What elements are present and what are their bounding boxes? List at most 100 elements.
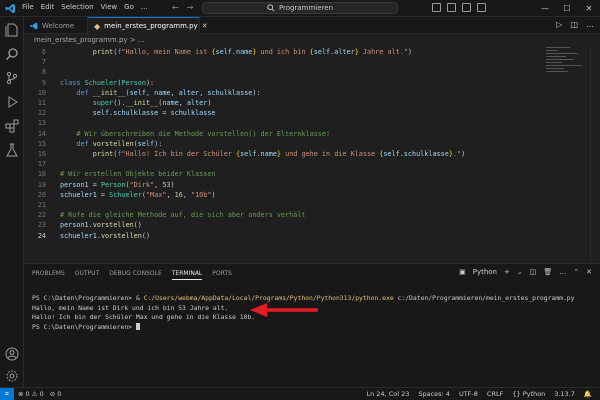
menu-file[interactable]: File: [22, 3, 34, 11]
tab-debug-console[interactable]: DEBUG CONSOLE: [109, 270, 162, 280]
code-line[interactable]: 18 # Wir erstellen Objekte beider Klassen: [24, 169, 554, 179]
menu-go[interactable]: Go: [124, 3, 134, 11]
line-number: 9: [41, 78, 46, 87]
status-right: Ln 24, Col 23 Spaces: 4 UTF-8 CRLF {} Py…: [366, 390, 592, 398]
settings-gear-icon[interactable]: [5, 369, 19, 383]
customize-layout-icon[interactable]: [477, 3, 486, 12]
line-number: 18: [37, 170, 46, 179]
line-code: # Wir überschreiben die Methode vorstell…: [76, 129, 331, 138]
code-editor[interactable]: 6 print(f"Hallo, mein Name ist {self.nam…: [24, 45, 600, 263]
line-number: 20: [37, 190, 46, 199]
ports-status[interactable]: ⊘ 0: [50, 390, 62, 398]
menu-edit[interactable]: Edit: [41, 3, 55, 11]
toggle-sidebar-icon[interactable]: [432, 3, 441, 12]
python-version[interactable]: 3.13.7: [554, 390, 575, 398]
end-of-line[interactable]: CRLF: [487, 390, 503, 398]
line-number: 11: [37, 99, 46, 107]
code-line[interactable]: 7: [24, 57, 554, 67]
maximize-panel-icon[interactable]: ⌃: [573, 268, 579, 276]
code-line[interactable]: 20 schueler1 = Schueler("Max", 16, "10b"): [24, 190, 554, 200]
encoding[interactable]: UTF-8: [459, 390, 478, 398]
close-panel-icon[interactable]: ✕: [586, 268, 592, 276]
search-view-icon[interactable]: [5, 47, 19, 61]
line-code: person1 = Person("Dirk", 53): [60, 180, 175, 189]
explorer-icon[interactable]: [5, 23, 19, 37]
code-line[interactable]: 8: [24, 67, 554, 77]
testing-icon[interactable]: [5, 143, 19, 157]
code-line[interactable]: 23 person1.vorstellen(): [24, 220, 554, 230]
new-terminal-icon[interactable]: +: [504, 268, 510, 276]
close-window-icon[interactable]: ✕: [578, 0, 600, 17]
code-line[interactable]: 16 print(f"Hallo! Ich bin der Schüler {s…: [24, 149, 554, 159]
editor-actions: ▷ ◫ …: [556, 20, 594, 29]
toggle-panel-icon[interactable]: [447, 3, 456, 12]
code-line[interactable]: 22 # Rufe die gleiche Methode auf, die si…: [24, 210, 554, 220]
run-debug-icon[interactable]: [5, 95, 19, 109]
close-tab-icon[interactable]: ✕: [202, 22, 208, 30]
kill-terminal-icon[interactable]: 🗑: [543, 268, 552, 276]
toggle-secondary-sidebar-icon[interactable]: [462, 3, 471, 12]
notifications-bell-icon[interactable]: 🔔: [584, 390, 592, 398]
cursor-position[interactable]: Ln 24, Col 23: [366, 390, 409, 398]
line-number: 23: [37, 221, 46, 230]
split-terminal-icon[interactable]: ◫: [530, 268, 537, 276]
terminal-icon: ▣: [459, 268, 466, 276]
line-number: 7: [41, 58, 46, 67]
editor-scrollbar[interactable]: [590, 45, 600, 263]
menu-selection[interactable]: Selection: [61, 3, 93, 11]
tab-terminal[interactable]: TERMINAL: [171, 270, 203, 280]
run-file-icon[interactable]: ▷: [556, 20, 562, 29]
command-center-search[interactable]: Programmieren: [202, 2, 398, 14]
red-arrow-annotation: [250, 303, 318, 317]
line-number: 21: [37, 201, 46, 209]
code-line[interactable]: 19 person1 = Person("Dirk", 53): [24, 180, 554, 190]
tab-problems[interactable]: PROBLEMS: [32, 270, 65, 280]
line-code: print(f"Hallo, mein Name ist {self.name}…: [92, 48, 412, 56]
minimize-icon[interactable]: —: [534, 0, 556, 17]
breadcrumb[interactable]: mein_erstes_programm.py > ...: [24, 34, 600, 45]
braces-icon: {}: [512, 390, 521, 398]
tab-output[interactable]: OUTPUT: [75, 270, 99, 280]
source-control-icon[interactable]: [5, 71, 19, 85]
extensions-icon[interactable]: [5, 119, 19, 133]
code-line[interactable]: 13: [24, 118, 554, 128]
more-actions-icon[interactable]: …: [586, 20, 594, 29]
account-icon[interactable]: [5, 347, 19, 361]
tab-label: Welcome: [42, 21, 75, 30]
code-line[interactable]: 10 def __init__(self, name, alter, schul…: [24, 88, 554, 98]
indentation[interactable]: Spaces: 4: [418, 390, 450, 398]
dropdown-chevron-icon[interactable]: ⌄: [517, 268, 523, 276]
layout-controls: [432, 3, 486, 12]
language-mode[interactable]: {} Python: [512, 390, 545, 398]
vscode-tab-icon: [30, 22, 38, 29]
split-editor-icon[interactable]: ◫: [570, 20, 578, 29]
tab-welcome[interactable]: Welcome: [24, 17, 88, 34]
forward-icon[interactable]: →: [187, 3, 194, 12]
code-line[interactable]: 11 super().__init__(name, alter): [24, 98, 554, 108]
remote-indicator-icon[interactable]: ⌗: [0, 388, 14, 400]
code-line[interactable]: 6 print(f"Hallo, mein Name ist {self.nam…: [24, 47, 554, 57]
shell-label[interactable]: Python: [473, 268, 497, 276]
panel-toolbar: ▣ Python + ⌄ ◫ 🗑 … ⌃ ✕: [459, 268, 592, 276]
minimap[interactable]: [546, 45, 586, 105]
code-line[interactable]: 12 self.schulklasse = schulklasse: [24, 108, 554, 118]
tab-ports[interactable]: PORTS: [212, 270, 232, 280]
problems-status[interactable]: ⊗ 0 ⚠ 0: [18, 390, 44, 398]
back-icon[interactable]: ←: [172, 3, 179, 12]
line-code: super().__init__(name, alter): [92, 99, 212, 107]
menu-more[interactable]: ...: [141, 3, 148, 11]
code-line[interactable]: 9 class Schueler(Person):: [24, 78, 554, 88]
menu-view[interactable]: View: [101, 3, 118, 11]
code-line[interactable]: 21: [24, 200, 554, 210]
line-number: 16: [37, 150, 46, 158]
prompt: PS C:\Daten\Programmieren>: [32, 322, 136, 331]
code-line[interactable]: 15 def vorstellen(self):: [24, 139, 554, 149]
tab-mein-erstes-programm[interactable]: ◆ mein_erstes_programm.py ✕: [88, 17, 208, 34]
code-line[interactable]: 17: [24, 159, 554, 169]
code-line[interactable]: 24 schueler1.vorstellen(): [24, 231, 554, 241]
maximize-icon[interactable]: ☐: [556, 0, 578, 17]
more-icon[interactable]: …: [559, 268, 566, 276]
code-line[interactable]: 14 # Wir überschreiben die Methode vorst…: [24, 129, 554, 139]
editor-tabs: Welcome ◆ mein_erstes_programm.py ✕ ▷ ◫ …: [24, 17, 600, 34]
nav-arrows: ← →: [172, 3, 193, 12]
